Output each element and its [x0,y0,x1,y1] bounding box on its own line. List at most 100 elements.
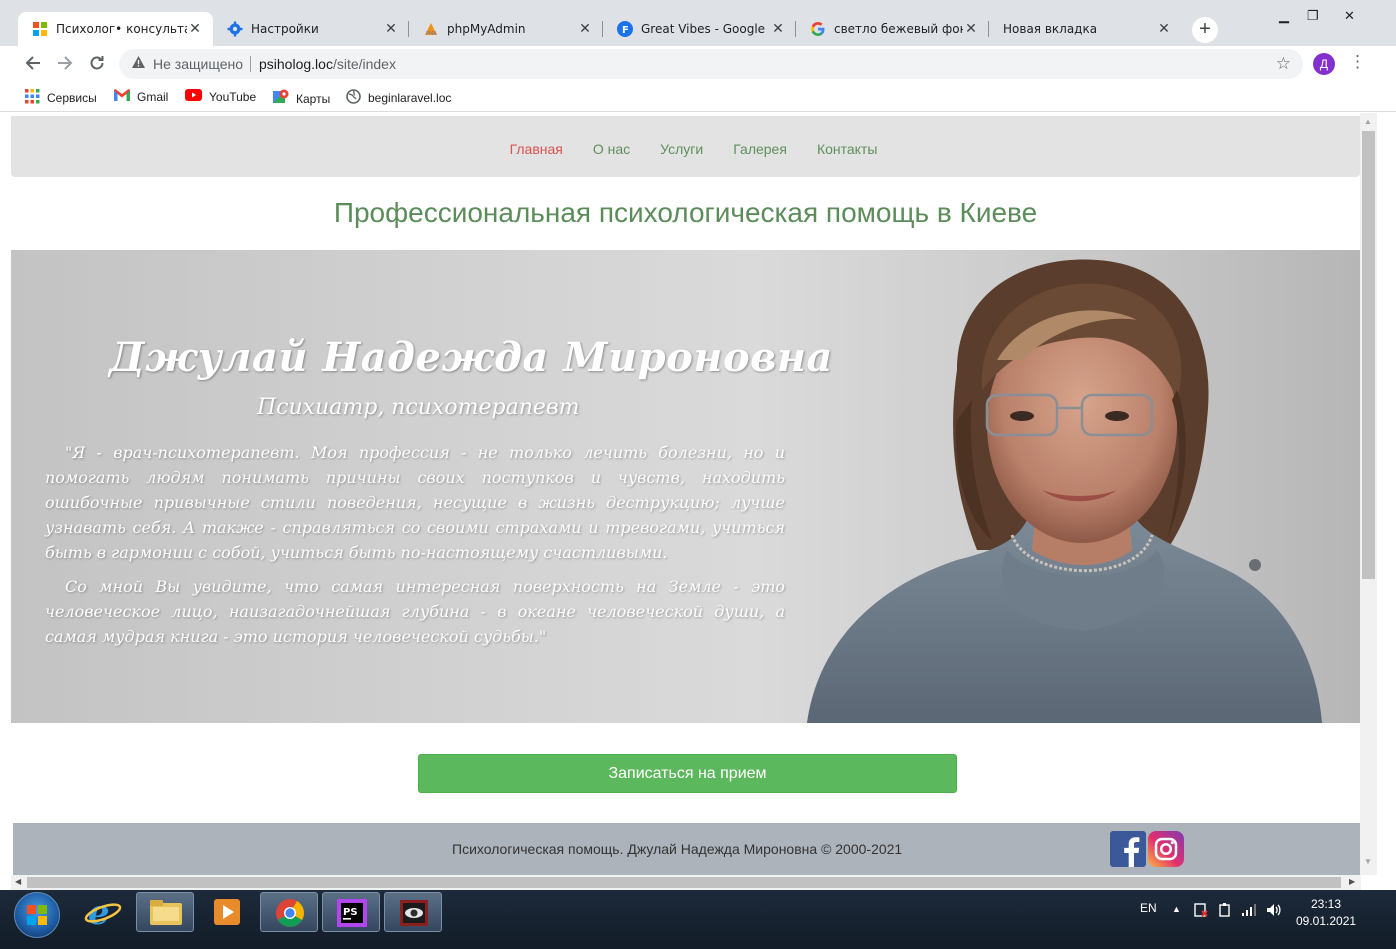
tab-settings[interactable]: Настройки ✕ [213,12,409,46]
svg-text:PS: PS [343,907,358,918]
url-host: psiholog.loc [259,56,333,72]
reload-button[interactable] [88,54,106,77]
quote-paragraph-2: Со мной Вы увидите, что самая интересная… [45,577,785,646]
windows-favicon-icon [32,21,48,37]
tab-psiholog[interactable]: Психолог• консультаци ✕ [18,12,213,46]
taskbar-internet-explorer[interactable]: e [74,892,132,933]
tab-close-icon[interactable]: ✕ [1156,21,1172,37]
browser-tab-strip: Психолог• консультаци ✕ Настройки ✕ PMA … [0,0,1396,46]
cta-container: Записаться на прием [418,754,957,793]
minimize-button[interactable]: ▁ [1279,8,1289,24]
facebook-icon[interactable] [1110,831,1146,867]
horizontal-scroll-thumb[interactable] [27,877,1341,888]
tab-close-icon[interactable]: ✕ [963,21,979,37]
security-label[interactable]: Не защищено [153,56,243,72]
device-icon[interactable] [1217,902,1233,921]
vertical-scrollbar[interactable]: ▲ ▼ [1360,113,1377,875]
address-bar[interactable]: Не защищено psiholog.loc/site/index ☆ [119,49,1303,79]
image-viewer-icon [400,900,428,926]
bookmark-label: beginlaravel.loc [368,91,452,105]
menu-dots-icon[interactable]: ⋮ [1349,52,1366,72]
tab-title: Новая вкладка [1003,22,1098,36]
tab-phpmyadmin[interactable]: PMA phpMyAdmin ✕ [409,12,603,46]
instagram-icon[interactable] [1148,831,1184,867]
warning-icon[interactable] [131,55,146,72]
tab-new-tab[interactable]: Новая вкладка ✕ [989,12,1182,46]
svg-text:F: F [622,25,629,36]
site-footer: Психологическая помощь. Джулай Надежда М… [13,823,1360,875]
reload-icon [90,56,104,70]
gear-icon [227,21,243,37]
browser-toolbar: Не защищено psiholog.loc/site/index ☆ Д … [0,46,1396,82]
tab-close-icon[interactable]: ✕ [770,21,786,37]
internet-explorer-icon: e [84,893,122,933]
quote-paragraph-1: "Я - врач-психотерапевт. Моя профессия -… [45,443,785,562]
star-icon[interactable]: ☆ [1276,54,1291,74]
taskbar-file-explorer[interactable] [136,892,194,932]
footer-copyright: Психологическая помощь. Джулай Надежда М… [452,841,903,857]
doctor-role: Психиатр, психотерапевт [257,395,580,420]
back-button[interactable] [24,54,42,77]
nav-link-contacts[interactable]: Контакты [817,141,877,157]
tab-title: phpMyAdmin [447,22,526,36]
site-navbar: Главная О нас Услуги Галерея Контакты [11,116,1360,177]
arrow-right-icon [58,56,73,70]
tray-expand-icon[interactable]: ▲ [1172,904,1181,914]
hero-banner: Джулай Надежда Мироновна Психиатр, психо… [11,250,1360,723]
clock-date: 09.01.2021 [1296,914,1357,928]
tab-title: Great Vibes - Google Fo [641,22,770,36]
taskbar-media-player[interactable] [198,892,256,932]
nav-link-services[interactable]: Услуги [660,141,703,157]
bookmark-gmail[interactable]: Gmail [114,89,168,104]
url-text[interactable]: psiholog.loc/site/index [259,56,396,72]
nav-link-home[interactable]: Главная [510,141,563,157]
fonts-favicon-icon: F [617,21,633,37]
maximize-button[interactable]: ❐ [1307,8,1319,24]
forward-button[interactable] [56,54,74,77]
taskbar-chrome[interactable] [260,892,318,932]
bookmark-maps[interactable]: Карты [273,89,330,108]
profile-avatar[interactable]: Д [1313,53,1335,75]
arrow-left-icon [25,56,40,70]
tab-title: Настройки [251,22,319,36]
close-window-button[interactable]: ✕ [1344,8,1355,24]
windows-logo-icon [27,905,47,925]
bookmark-label: Сервисы [47,91,97,105]
taskbar-clock[interactable]: 23:13 09.01.2021 [1296,896,1356,930]
bookmark-label: Карты [296,91,331,106]
bookmark-beginlaravel[interactable]: beginlaravel.loc [346,89,451,107]
bookmark-youtube[interactable]: YouTube [185,89,256,104]
url-path: /site/index [332,56,396,72]
nav-link-about[interactable]: О нас [593,141,630,157]
hero-quote: "Я - врач-психотерапевт. Моя профессия -… [45,440,785,658]
tab-close-icon[interactable]: ✕ [187,21,203,37]
action-center-icon[interactable] [1193,902,1209,921]
tab-title: Психолог• консультаци [56,22,187,36]
network-signal-icon[interactable] [1241,902,1257,921]
gmail-icon [114,89,130,104]
book-appointment-button[interactable]: Записаться на прием [418,754,957,793]
doctor-name: Джулай Надежда Мироновна [109,334,833,381]
tab-google-search[interactable]: светло бежевый фон са ✕ [796,12,989,46]
clock-time: 23:13 [1310,897,1342,911]
taskbar-phpstorm[interactable]: PS [322,892,380,932]
windows-taskbar: e PS EN ▲ 23:13 09.01.2021 [0,890,1396,949]
nav-link-gallery[interactable]: Галерея [733,141,787,157]
phpmyadmin-icon: PMA [423,21,439,37]
bookmark-label: YouTube [209,89,257,104]
tab-close-icon[interactable]: ✕ [383,21,399,37]
youtube-icon [185,89,202,104]
tab-google-fonts[interactable]: F Great Vibes - Google Fo ✕ [603,12,796,46]
language-indicator[interactable]: EN [1140,901,1157,915]
new-tab-button[interactable]: + [1192,17,1218,43]
volume-icon[interactable] [1265,902,1283,921]
horizontal-scrollbar[interactable]: ◀ ▶ [11,875,1361,890]
apps-grid-icon [25,89,40,107]
maps-pin-icon [273,89,289,108]
taskbar-image-viewer[interactable] [384,892,442,932]
bookmark-apps[interactable]: Сервисы [25,89,97,107]
folder-icon [150,900,182,925]
vertical-scroll-thumb[interactable] [1362,131,1375,579]
start-button[interactable] [14,892,60,938]
tab-close-icon[interactable]: ✕ [577,21,593,37]
